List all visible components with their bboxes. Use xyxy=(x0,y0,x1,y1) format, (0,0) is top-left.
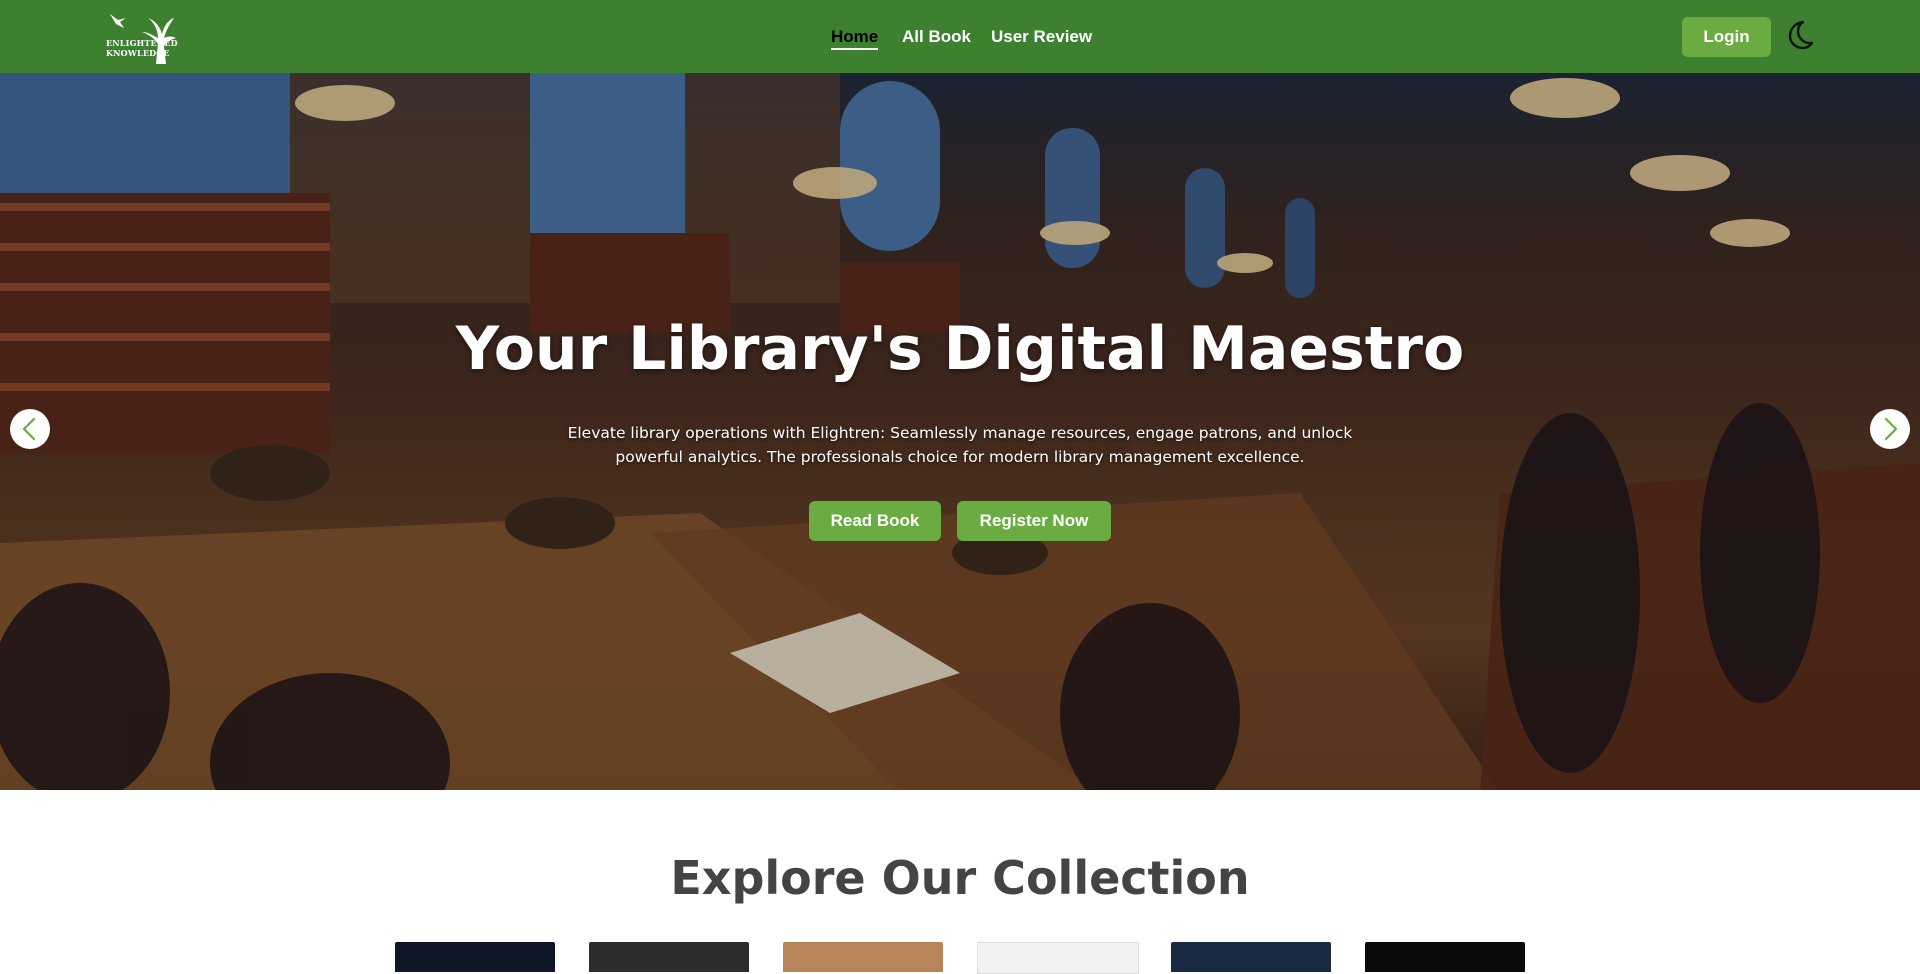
book-card[interactable] xyxy=(977,942,1139,974)
login-button[interactable]: Login xyxy=(1682,17,1771,57)
carousel-prev-button[interactable] xyxy=(10,409,50,449)
book-card[interactable] xyxy=(1171,942,1331,972)
moon-icon xyxy=(1788,20,1814,50)
book-card[interactable] xyxy=(395,942,555,972)
hero-description: Elevate library operations with Elightre… xyxy=(567,424,1353,466)
collection-title: Explore Our Collection xyxy=(670,851,1250,905)
nav-all-book[interactable]: All Book xyxy=(902,26,971,48)
chevron-right-icon xyxy=(1884,417,1898,441)
book-card[interactable] xyxy=(783,942,943,972)
nav-user-review[interactable]: User Review xyxy=(991,26,1092,48)
chevron-left-icon xyxy=(22,417,36,441)
read-book-button[interactable]: Read Book xyxy=(809,501,941,541)
theme-toggle[interactable] xyxy=(1786,20,1814,50)
hero-carousel: Your Library's Digital Maestro Elevate l… xyxy=(0,73,1920,790)
book-card[interactable] xyxy=(1365,942,1525,972)
navbar: ENLIGHTENED KNOWLEDGE Home All Book User… xyxy=(0,0,1920,73)
book-card[interactable] xyxy=(589,942,749,972)
register-now-button[interactable]: Register Now xyxy=(957,501,1111,541)
hero-title: Your Library's Digital Maestro xyxy=(455,314,1465,384)
carousel-next-button[interactable] xyxy=(1870,409,1910,449)
nav-home[interactable]: Home xyxy=(831,26,879,50)
main-nav: Home All Book User Review xyxy=(0,0,1920,73)
